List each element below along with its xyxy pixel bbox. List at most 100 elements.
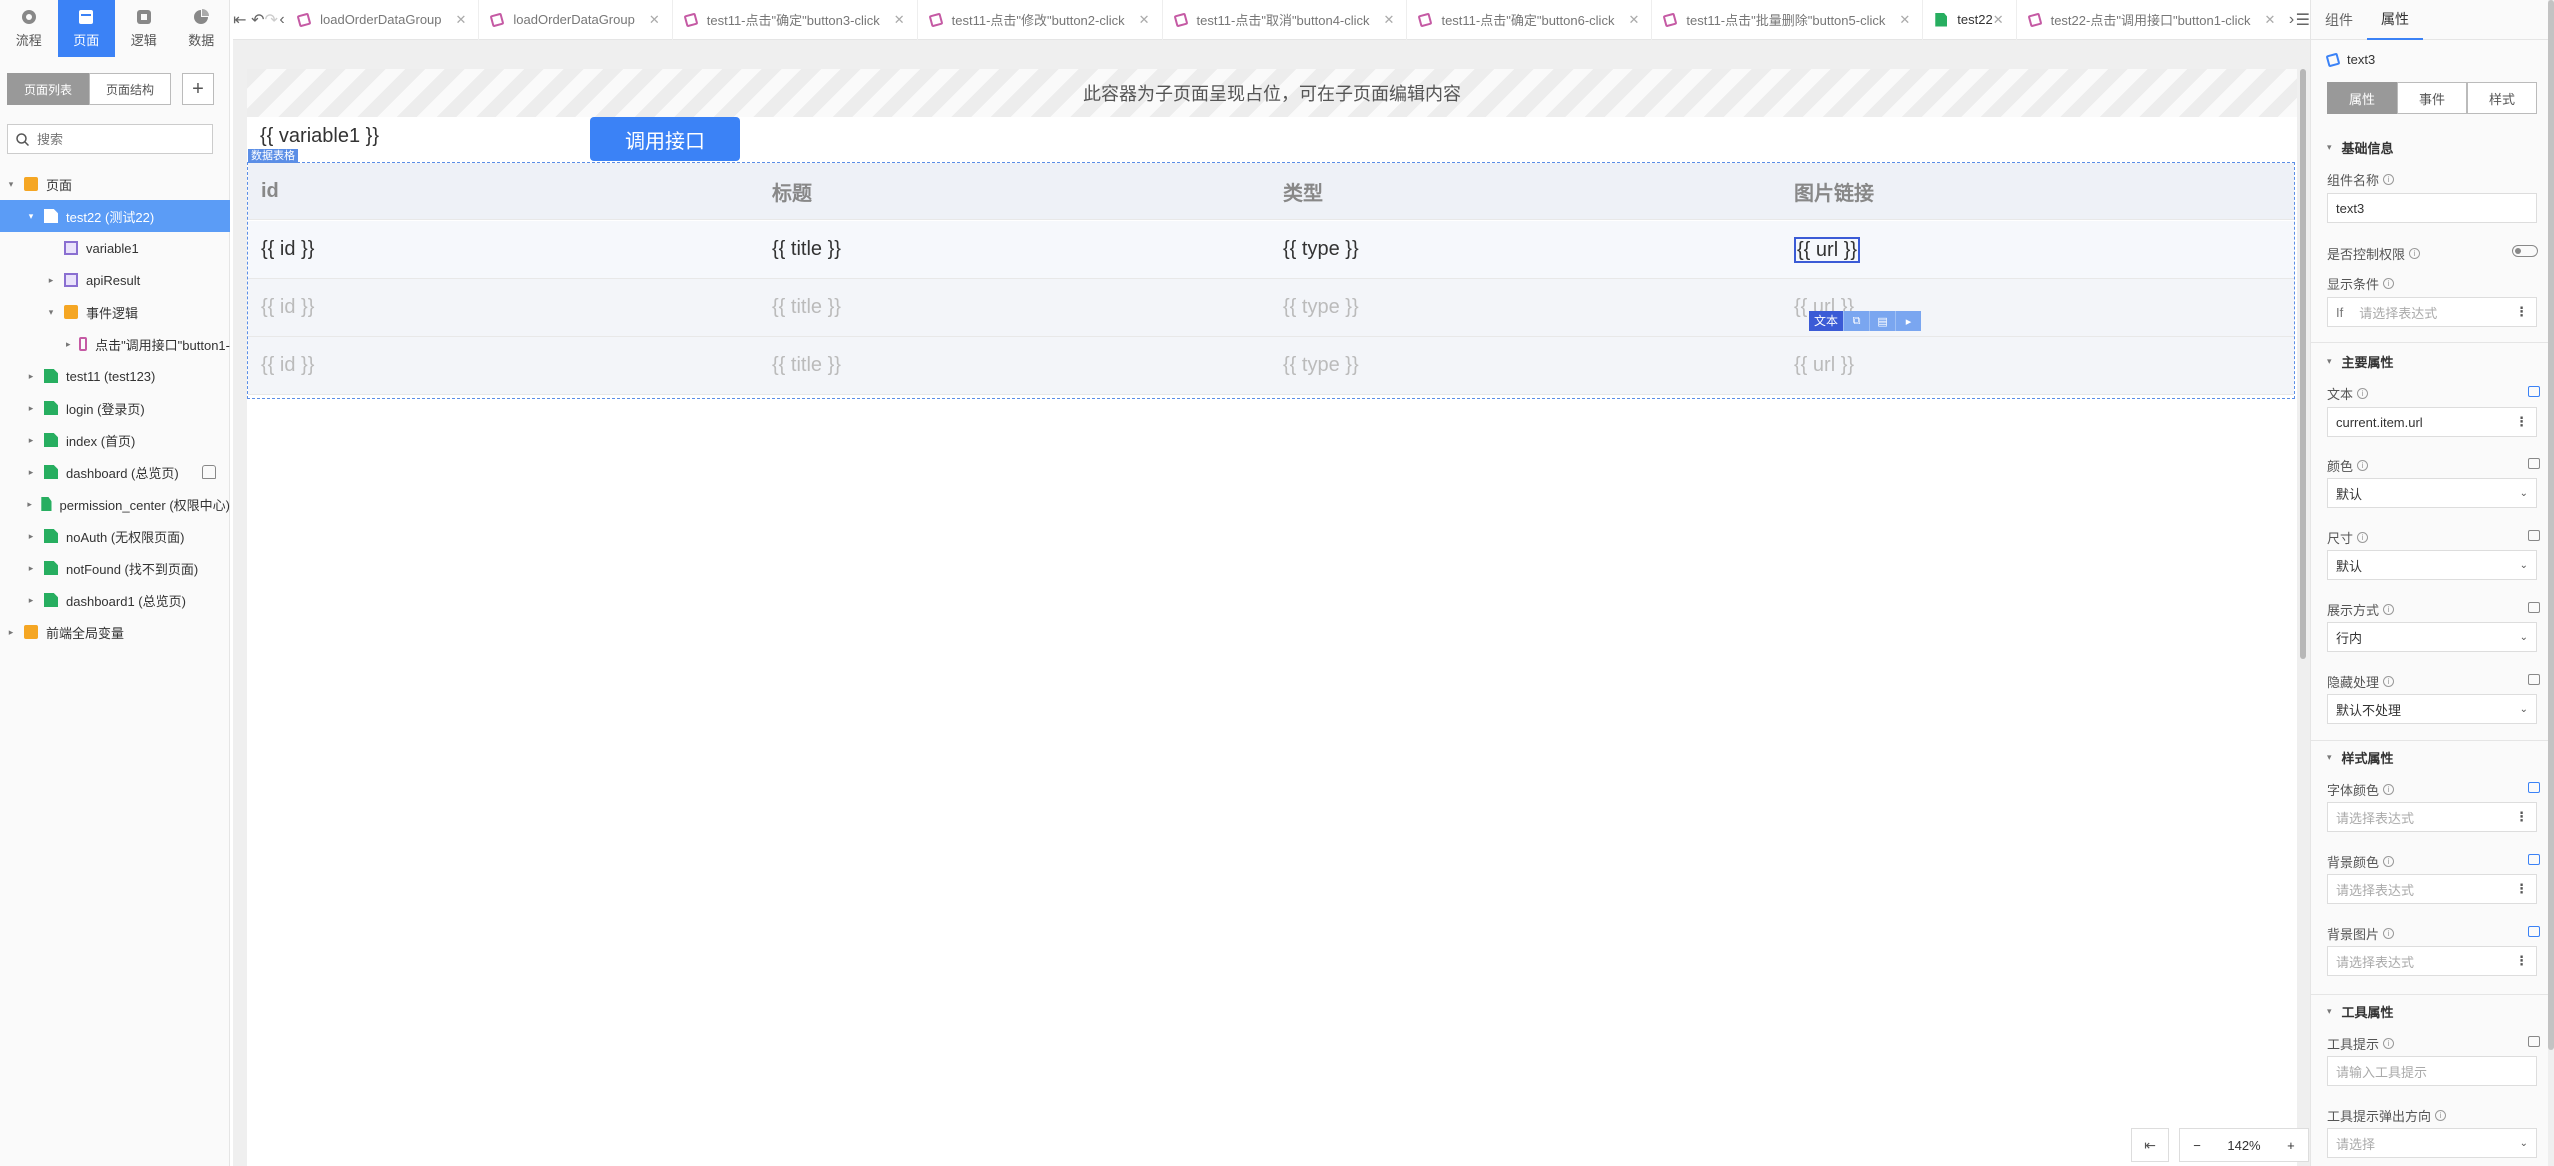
tree-node-test11[interactable]: ▸ test11 (test123) bbox=[0, 360, 230, 392]
tree-node-notfound[interactable]: ▸ notFound (找不到页面) bbox=[0, 552, 230, 584]
close-icon[interactable]: ✕ bbox=[2265, 12, 2276, 28]
zoom-in-icon[interactable]: + bbox=[2287, 1138, 2295, 1153]
tab-scroll-right-icon[interactable]: › bbox=[2287, 0, 2295, 40]
component-name-input[interactable]: text3 bbox=[2327, 193, 2537, 223]
tab-load-order-2[interactable]: loadOrderDataGroup ✕ bbox=[479, 0, 673, 40]
tab-scroll-left-icon[interactable]: ‹ bbox=[278, 0, 286, 40]
more-icon[interactable]: ⋮ bbox=[2515, 953, 2528, 969]
fit-screen-button[interactable]: ⇤ bbox=[2131, 1128, 2169, 1162]
tab-test11-button6[interactable]: test11-点击"确定"button6-click ✕ bbox=[1407, 0, 1653, 40]
more-icon[interactable]: ⋮ bbox=[2515, 881, 2528, 897]
tab-test11-button5[interactable]: test11-点击"批量删除"button5-click ✕ bbox=[1652, 0, 1924, 40]
section-basic[interactable]: 基础信息 bbox=[2327, 138, 2394, 157]
bind-icon[interactable] bbox=[2528, 602, 2540, 613]
permission-toggle[interactable] bbox=[2512, 245, 2538, 257]
page-structure-tab[interactable]: 页面结构 bbox=[89, 73, 172, 105]
tab-components[interactable]: 组件 bbox=[2311, 0, 2367, 40]
table-cell[interactable]: {{ title }} bbox=[759, 221, 1270, 278]
tree-node-permission-center[interactable]: ▸ permission_center (权限中心) bbox=[0, 488, 230, 520]
panel-scrollbar[interactable] bbox=[2548, 0, 2554, 1166]
delete-icon[interactable]: ▤ bbox=[1869, 311, 1896, 331]
search-input[interactable] bbox=[37, 131, 197, 147]
variable-text[interactable]: {{ variable1 }} bbox=[260, 125, 379, 148]
bind-icon[interactable] bbox=[2528, 530, 2540, 541]
show-condition-input[interactable]: If 请选择表达式 ⋮ bbox=[2327, 297, 2537, 327]
more-icon[interactable]: ⋮ bbox=[2515, 809, 2528, 825]
scroll-thumb[interactable] bbox=[2548, 0, 2554, 1050]
add-page-button[interactable]: + bbox=[182, 73, 214, 105]
close-icon[interactable]: ✕ bbox=[1384, 12, 1395, 28]
mode-tab-data[interactable]: 数据 bbox=[173, 0, 231, 57]
size-select[interactable]: 默认 ⌄ bbox=[2327, 550, 2537, 580]
tree-node-test22[interactable]: ▾ test22 (测试22) bbox=[0, 200, 230, 232]
tree-node-global-vars[interactable]: ▸ 前端全局变量 bbox=[0, 616, 230, 648]
copy-icon[interactable]: ⧉ bbox=[1843, 311, 1870, 331]
close-icon[interactable]: ✕ bbox=[649, 12, 660, 28]
table-cell[interactable]: {{ id }} bbox=[248, 221, 759, 278]
close-icon[interactable]: ✕ bbox=[1993, 12, 2004, 28]
text-value-input[interactable]: current.item.url ⋮ bbox=[2327, 407, 2537, 437]
table-cell[interactable]: {{ type }} bbox=[1270, 221, 1781, 278]
bind-icon[interactable] bbox=[2528, 674, 2540, 685]
mode-tab-flow[interactable]: 流程 bbox=[0, 0, 58, 57]
tab-test11-button3[interactable]: test11-点击"确定"button3-click ✕ bbox=[673, 0, 918, 40]
section-style[interactable]: 样式属性 bbox=[2327, 748, 2394, 767]
close-icon[interactable]: ✕ bbox=[894, 12, 905, 28]
bg-image-input[interactable]: 请选择表达式 ⋮ bbox=[2327, 946, 2537, 976]
tab-test11-button4[interactable]: test11-点击"取消"button4-click ✕ bbox=[1163, 0, 1408, 40]
bind-icon[interactable] bbox=[2528, 854, 2540, 865]
tree-node-dashboard1[interactable]: ▸ dashboard1 (总览页) bbox=[0, 584, 230, 616]
tab-load-order-1[interactable]: loadOrderDataGroup ✕ bbox=[286, 0, 480, 40]
redo-icon[interactable]: ↷ bbox=[265, 0, 278, 40]
call-api-button[interactable]: 调用接口 bbox=[590, 117, 740, 161]
tree-node-noauth[interactable]: ▸ noAuth (无权限页面) bbox=[0, 520, 230, 552]
canvas-scrollbar[interactable] bbox=[2300, 69, 2306, 659]
page-list-tab[interactable]: 页面列表 bbox=[7, 73, 90, 105]
bind-icon[interactable] bbox=[2528, 386, 2540, 397]
tab-test11-button2[interactable]: test11-点击"修改"button2-click ✕ bbox=[918, 0, 1163, 40]
tab-menu-icon[interactable]: ☰ bbox=[2296, 0, 2310, 40]
close-icon[interactable]: ✕ bbox=[1899, 12, 1910, 28]
close-icon[interactable]: ✕ bbox=[1139, 12, 1150, 28]
tree-node-pages[interactable]: ▾ 页面 bbox=[0, 168, 230, 200]
tree-node-dashboard[interactable]: ▸ dashboard (总览页) bbox=[0, 456, 230, 488]
bind-icon[interactable] bbox=[2528, 926, 2540, 937]
bg-color-input[interactable]: 请选择表达式 ⋮ bbox=[2327, 874, 2537, 904]
undo-icon[interactable]: ↶ bbox=[251, 0, 264, 40]
tree-node-click-flow[interactable]: ▸ 点击"调用接口"button1- bbox=[0, 328, 230, 360]
segment-attributes[interactable]: 属性 bbox=[2327, 82, 2397, 114]
data-table[interactable]: 数据表格 id 标题 类型 图片链接 {{ id }} {{ title }} … bbox=[247, 149, 2295, 399]
more-icon[interactable]: ⋮ bbox=[2515, 414, 2528, 430]
tree-node-apiresult[interactable]: ▸ apiResult bbox=[0, 264, 230, 296]
mode-tab-page[interactable]: 页面 bbox=[57, 0, 115, 57]
zoom-out-icon[interactable]: − bbox=[2193, 1138, 2201, 1153]
bind-icon[interactable] bbox=[2528, 458, 2540, 469]
section-tool[interactable]: 工具属性 bbox=[2327, 1002, 2394, 1021]
hide-select[interactable]: 默认不处理 ⌄ bbox=[2327, 694, 2537, 724]
selected-url-text[interactable]: {{ url }} bbox=[1794, 236, 1861, 263]
segment-events[interactable]: 事件 bbox=[2397, 82, 2467, 114]
bind-icon[interactable] bbox=[2528, 782, 2540, 793]
tooltip-input[interactable]: 请输入工具提示 bbox=[2327, 1056, 2537, 1086]
tree-node-variable1[interactable]: variable1 bbox=[0, 232, 230, 264]
color-select[interactable]: 默认 ⌄ bbox=[2327, 478, 2537, 508]
more-icon[interactable]: ⋮ bbox=[2515, 304, 2528, 320]
tab-test22-button1[interactable]: test22-点击"调用接口"button1-click ✕ bbox=[2017, 0, 2288, 40]
display-select[interactable]: 行内 ⌄ bbox=[2327, 622, 2537, 652]
tab-test22[interactable]: test22 ✕ bbox=[1923, 0, 2017, 40]
close-icon[interactable]: ✕ bbox=[456, 12, 467, 28]
mode-tab-logic[interactable]: 逻辑 bbox=[115, 0, 173, 57]
segment-styles[interactable]: 样式 bbox=[2467, 82, 2537, 114]
close-icon[interactable]: ✕ bbox=[1628, 12, 1639, 28]
section-main[interactable]: 主要属性 bbox=[2327, 352, 2394, 371]
collapse-sidebar-icon[interactable]: ⇤ bbox=[233, 0, 246, 40]
tree-node-login[interactable]: ▸ login (登录页) bbox=[0, 392, 230, 424]
tree-node-index[interactable]: ▸ index (首页) bbox=[0, 424, 230, 456]
bind-icon[interactable] bbox=[2528, 1036, 2540, 1047]
tab-properties[interactable]: 属性 bbox=[2367, 0, 2423, 40]
tree-node-event-logic[interactable]: ▾ 事件逻辑 bbox=[0, 296, 230, 328]
font-color-input[interactable]: 请选择表达式 ⋮ bbox=[2327, 802, 2537, 832]
more-arrow-icon[interactable]: ▸ bbox=[1895, 311, 1922, 331]
tree-label: login (登录页) bbox=[66, 401, 145, 417]
tooltip-direction-select[interactable]: 请选择 ⌄ bbox=[2327, 1128, 2537, 1158]
